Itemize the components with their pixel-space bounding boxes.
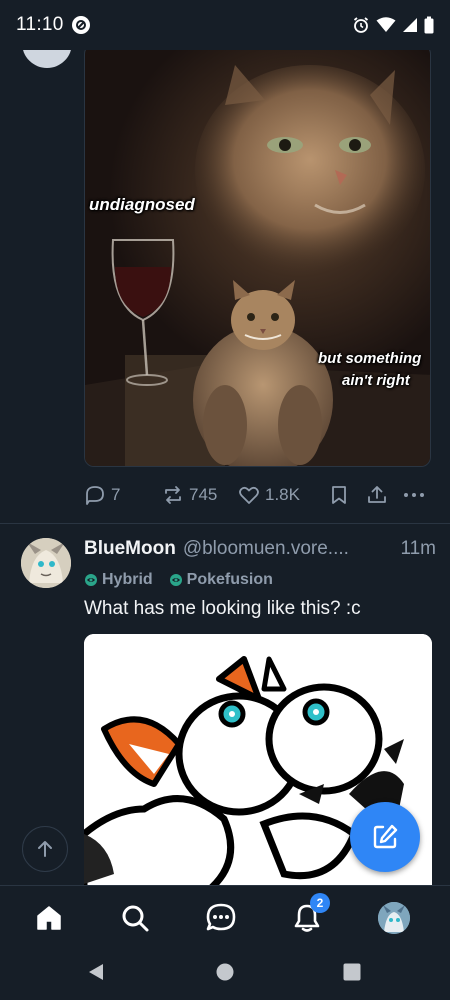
scroll-to-top-button[interactable] <box>22 826 68 872</box>
like-count: 1.8K <box>265 485 300 504</box>
battery-icon <box>424 16 434 34</box>
home-icon <box>37 906 61 930</box>
author-handle[interactable]: @bloomuen.vore.... <box>183 538 349 560</box>
nav-notifications[interactable]: 2 <box>290 893 330 935</box>
cellular-signal-icon <box>403 18 417 32</box>
system-navigation-bar <box>0 950 450 1000</box>
tag-pokefusion[interactable]: Pokefusion <box>169 571 273 589</box>
back-icon[interactable] <box>86 962 106 982</box>
wifi-icon <box>376 17 396 32</box>
more-options-button[interactable] <box>402 484 426 506</box>
bookmark-icon <box>332 486 346 504</box>
meme-illustration <box>85 65 430 466</box>
post-header: BlueMoon @bloomuen.vore.... 11m <box>84 538 436 560</box>
nav-search[interactable] <box>118 901 152 935</box>
reply-icon <box>86 486 104 505</box>
nav-home[interactable] <box>32 901 66 935</box>
post-actions: 7 745 1.8K <box>84 484 434 508</box>
meme-caption-top: undiagnosed <box>89 195 195 214</box>
reply-button[interactable]: 7 <box>84 484 120 506</box>
status-bar: 11:10 <box>0 0 450 50</box>
app-notification-icon <box>71 16 90 34</box>
avatar <box>378 902 410 934</box>
status-icons <box>352 16 434 34</box>
compose-icon <box>373 824 398 849</box>
repost-button[interactable]: 745 <box>162 484 217 506</box>
share-button[interactable] <box>366 484 388 506</box>
meme-caption-bottom-line1: but something <box>318 350 422 367</box>
heart-icon <box>239 486 259 504</box>
bookmark-button[interactable] <box>329 484 349 506</box>
tag-label: Hybrid <box>102 571 153 588</box>
repost-count: 745 <box>189 485 218 504</box>
tag-icon <box>169 574 182 586</box>
compose-post-button[interactable] <box>350 802 420 872</box>
tag-label: Pokefusion <box>186 571 273 588</box>
post-timestamp[interactable]: 11m <box>400 538 436 560</box>
like-button[interactable]: 1.8K <box>238 484 300 506</box>
profile-avatar-illustration <box>378 902 410 934</box>
meme-caption-bottom-line2: ain't right <box>342 372 410 389</box>
nav-chat[interactable] <box>204 901 238 935</box>
nav-profile[interactable] <box>377 901 411 935</box>
repost-icon <box>165 486 181 504</box>
post-tags: Hybrid Pokefusion <box>84 571 273 589</box>
alarm-icon <box>353 17 369 33</box>
chat-icon <box>206 903 236 931</box>
status-time: 11:10 <box>16 14 64 35</box>
tag-icon <box>85 574 97 586</box>
home-circle-icon[interactable] <box>215 962 235 982</box>
bottom-nav: 2 <box>0 885 450 950</box>
avatar-illustration <box>21 538 71 588</box>
notification-badge: 2 <box>310 893 330 913</box>
share-icon <box>368 486 386 503</box>
post-text: What has me looking like this? :c <box>84 598 361 619</box>
arrow-up-icon <box>38 841 52 857</box>
avatar[interactable] <box>21 538 71 588</box>
author-display-name[interactable]: BlueMoon <box>84 538 176 560</box>
more-icon <box>404 493 424 497</box>
tag-hybrid[interactable]: Hybrid <box>84 571 153 589</box>
reply-count: 7 <box>111 485 121 504</box>
post-divider <box>0 523 450 524</box>
search-icon <box>122 905 149 932</box>
feed[interactable]: undiagnosed but something ain't right 7 … <box>0 0 450 885</box>
recents-icon[interactable] <box>342 962 362 982</box>
post-image[interactable]: undiagnosed but something ain't right <box>84 44 431 467</box>
